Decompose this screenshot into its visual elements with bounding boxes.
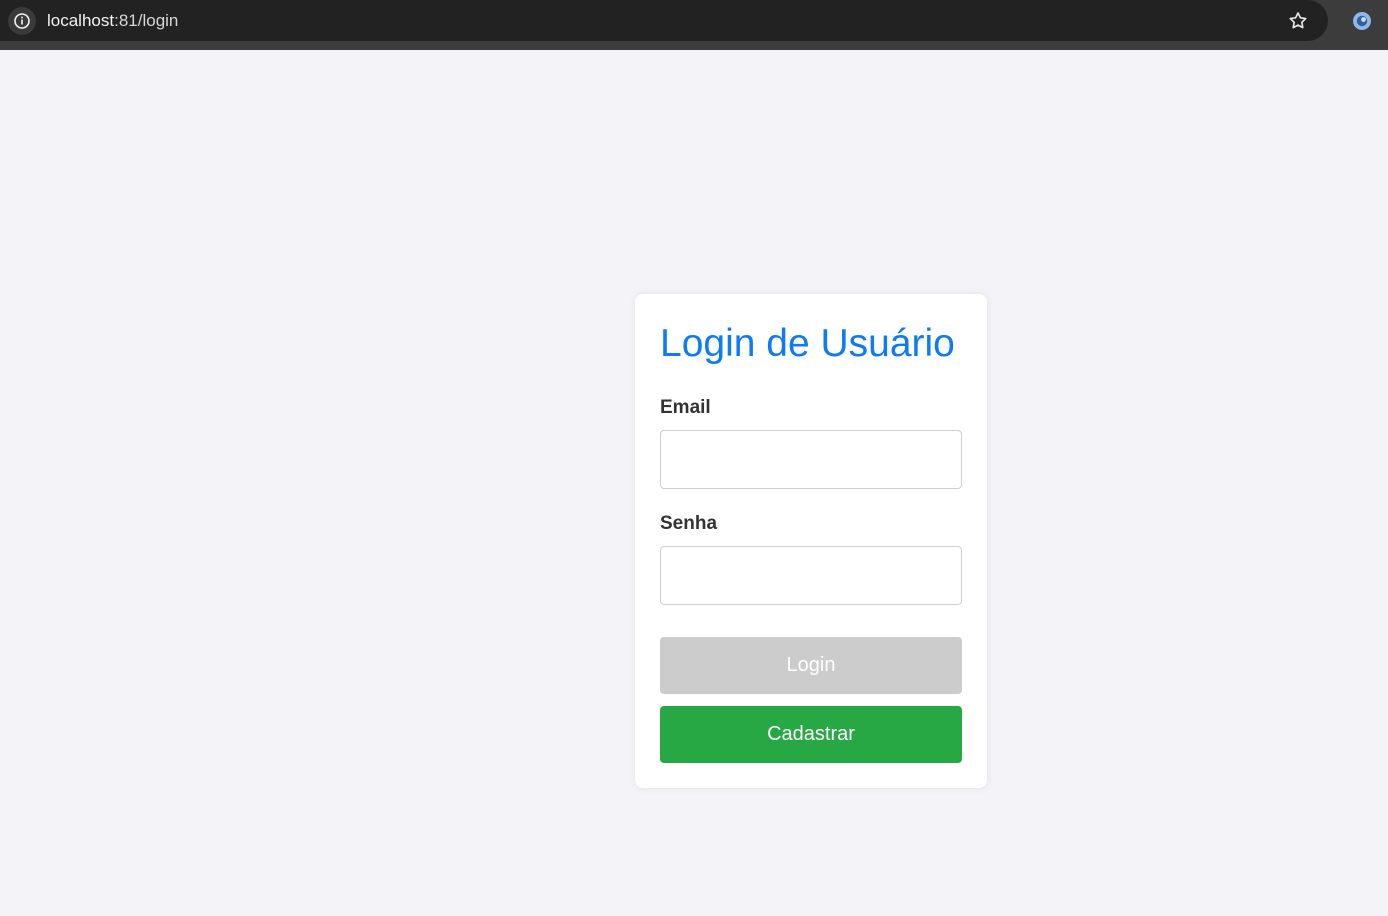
browser-toolbar: localhost:81/login [0,0,1388,50]
url-path: :81/login [114,11,179,30]
page-title: Login de Usuário [660,322,955,365]
extension-button[interactable] [1349,8,1375,34]
password-field[interactable] [660,546,962,605]
login-card: Login de Usuário Email Senha Login Cadas… [635,294,987,788]
site-info-button[interactable] [8,7,36,35]
address-bar[interactable]: localhost:81/login [0,0,1328,41]
url-text[interactable]: localhost:81/login [47,11,178,31]
login-button[interactable]: Login [660,637,962,694]
bookmark-button[interactable] [1285,8,1311,34]
register-button[interactable]: Cadastrar [660,706,962,763]
email-field[interactable] [660,430,962,489]
star-icon [1289,12,1307,29]
url-host: localhost [47,11,115,30]
extension-icon [1353,12,1371,30]
password-label: Senha [660,513,718,534]
info-icon [14,13,30,29]
email-label: Email [660,397,711,418]
